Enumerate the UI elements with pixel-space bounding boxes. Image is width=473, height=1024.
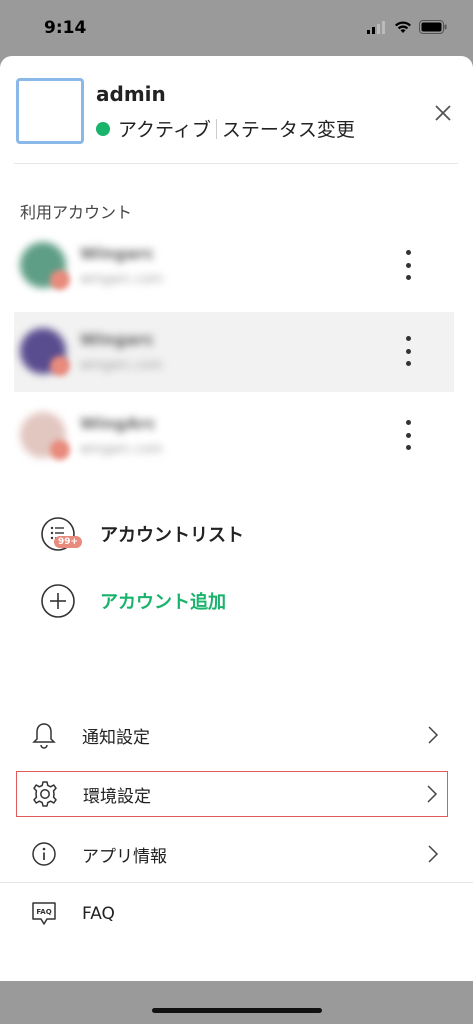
account-row[interactable]: Wingarc wingarc.com <box>14 312 454 392</box>
kebab-dot <box>405 445 411 450</box>
account-badge <box>50 270 70 290</box>
status-text: アクティブ <box>118 119 211 141</box>
battery-icon <box>419 20 447 34</box>
account-list-badge: 99+ <box>54 536 83 548</box>
kebab-dot <box>405 361 411 366</box>
account-more-button[interactable] <box>394 420 422 450</box>
menu-item-label: 通知設定 <box>82 727 150 748</box>
menu-item-label: アプリ情報 <box>82 846 167 867</box>
account-more-button[interactable] <box>394 250 422 280</box>
menu-item-label: 環境設定 <box>83 786 151 807</box>
account-row[interactable]: Wingarc wingarc.com <box>14 226 454 306</box>
home-indicator[interactable] <box>152 1008 322 1013</box>
svg-text:FAQ: FAQ <box>36 908 51 916</box>
status-time: 9:14 <box>44 18 87 38</box>
chevron-right-icon <box>427 785 438 803</box>
menu-item-faq[interactable]: FAQ FAQ <box>16 891 448 937</box>
kebab-dot <box>405 336 411 341</box>
bell-icon <box>30 721 58 749</box>
cellular-signal-icon <box>367 20 385 34</box>
status-bar: 9:14 <box>0 0 473 56</box>
account-badge <box>50 356 70 376</box>
account-email: wingarc.com <box>80 358 163 373</box>
faq-icon: FAQ <box>30 900 58 928</box>
header-divider <box>14 163 458 164</box>
add-account-label: アカウント追加 <box>100 592 226 613</box>
kebab-dot <box>405 262 411 268</box>
gear-icon <box>31 780 59 808</box>
account-name: Wingarc <box>80 330 155 349</box>
account-list-label: アカウントリスト <box>100 525 244 546</box>
account-name: WingArc <box>80 414 156 433</box>
kebab-dot <box>405 275 411 280</box>
status-separator <box>215 118 217 139</box>
chevron-right-icon <box>428 726 439 744</box>
account-email: wingarc.com <box>80 272 163 287</box>
info-icon <box>30 840 58 868</box>
add-account-button[interactable]: アカウント追加 <box>40 581 226 621</box>
add-account-icon <box>40 583 76 619</box>
accounts-section-label: 利用アカウント <box>20 203 133 222</box>
account-row[interactable]: WingArc wingarc.com <box>14 396 454 476</box>
kebab-dot <box>405 432 411 438</box>
account-name: Wingarc <box>80 244 155 263</box>
menu-divider <box>0 882 473 883</box>
wifi-icon <box>395 20 411 33</box>
menu-item-notification-settings[interactable]: 通知設定 <box>16 712 448 758</box>
close-button[interactable] <box>430 100 456 126</box>
menu-item-app-info[interactable]: アプリ情報 <box>16 831 448 877</box>
account-list-icon: 99+ <box>40 516 83 552</box>
account-email: wingarc.com <box>80 442 163 457</box>
status-change-link[interactable]: ステータス変更 <box>222 115 355 142</box>
kebab-dot <box>405 420 411 425</box>
account-menu-sheet: admin アクティブ ステータス変更 利用アカウント Wingarc wing… <box>0 56 473 981</box>
close-icon <box>435 105 451 121</box>
user-name: admin <box>96 82 166 106</box>
user-avatar[interactable] <box>16 78 84 144</box>
status-icons <box>367 20 447 34</box>
active-status-dot <box>96 121 110 136</box>
plus-circle-icon <box>41 584 75 618</box>
account-more-button[interactable] <box>394 336 422 366</box>
menu-item-preferences[interactable]: 環境設定 <box>16 771 448 817</box>
chevron-right-icon <box>428 845 439 863</box>
account-list-button[interactable]: 99+ アカウントリスト <box>40 514 244 554</box>
account-badge <box>50 440 70 460</box>
status-line: アクティブ ステータス変更 <box>96 115 355 142</box>
user-header: admin アクティブ ステータス変更 <box>0 56 473 164</box>
menu-item-label: FAQ <box>82 904 115 924</box>
kebab-dot <box>405 348 411 354</box>
kebab-dot <box>405 250 411 255</box>
